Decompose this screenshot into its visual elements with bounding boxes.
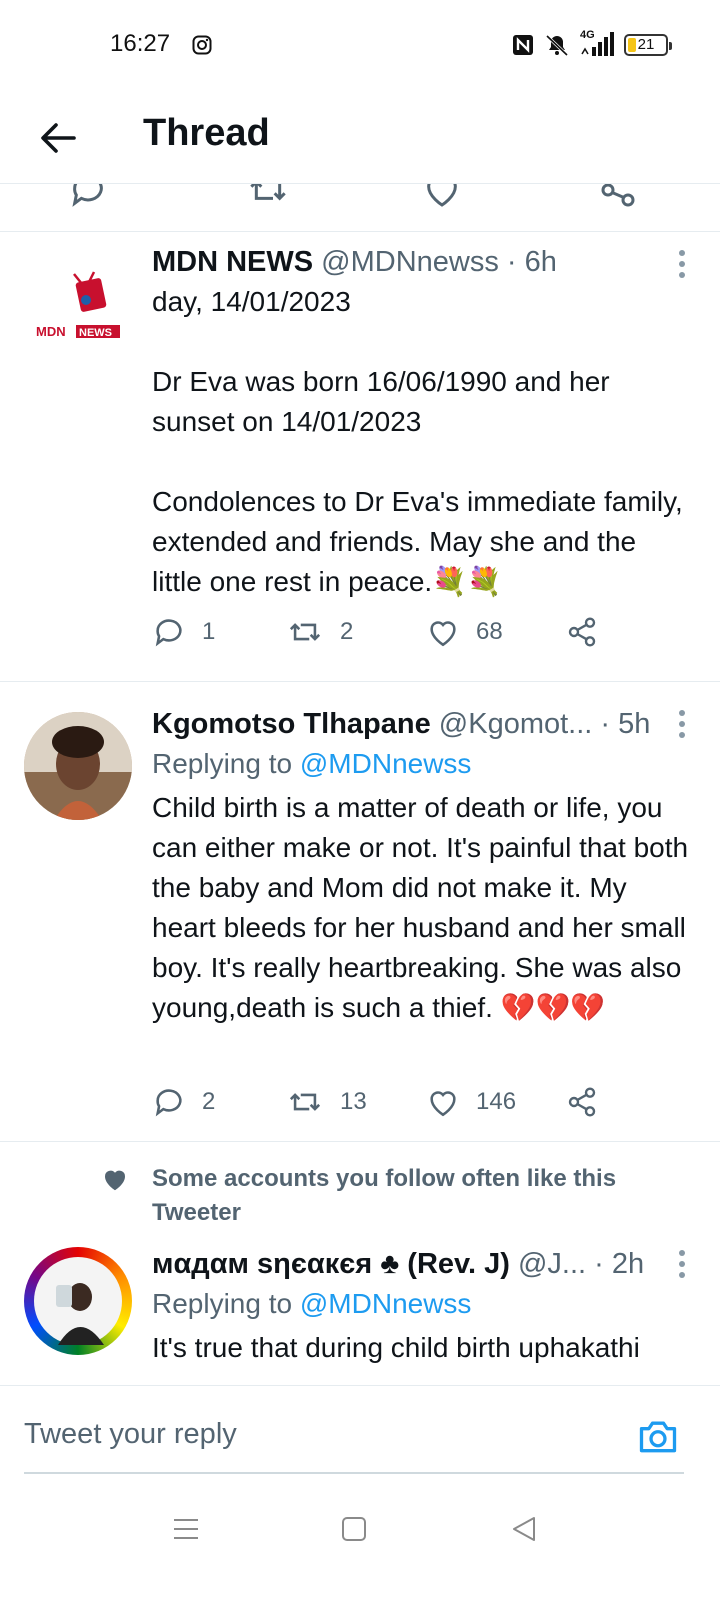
mdn-news-logo: MDN NEWS	[36, 271, 120, 339]
avatar[interactable]	[24, 712, 132, 820]
status-bar: 16:27 4G 21	[0, 0, 720, 92]
profile-photo	[24, 712, 132, 820]
replying-label: Replying to	[152, 1288, 293, 1319]
tweet-actions: 2 13 146	[152, 1082, 632, 1122]
author-handle: @J... · 2h	[517, 1248, 645, 1280]
share-icon	[568, 617, 596, 647]
tweet-header: MDN NEWS @MDNnewss · 6h	[152, 242, 690, 282]
reply-icon	[155, 1089, 182, 1117]
retweet-icon	[289, 1093, 321, 1111]
square-home-icon	[342, 1517, 366, 1541]
author-name[interactable]: Kgomotso Tlhapane	[152, 708, 431, 740]
author-name[interactable]: MDN NEWS	[152, 246, 313, 278]
replying-to: Replying to @MDNnewss	[152, 1284, 690, 1324]
tweet-text: day, 14/01/2023 Dr Eva was born 16/06/19…	[152, 286, 683, 597]
tweet-mdn-news[interactable]: MDN NEWS MDN NEWS @MDNnewss · 6h day, 14…	[0, 232, 720, 682]
reply-icon[interactable]	[68, 184, 108, 210]
battery-percent: 21	[637, 36, 655, 53]
mention-link[interactable]: @MDNnewss	[300, 748, 472, 779]
author-handle: @Kgomot... · 5h	[438, 708, 651, 740]
thread-header: Thread	[0, 92, 720, 184]
reply-button[interactable]: 1	[152, 612, 215, 652]
replying-to: Replying to @MDNnewss	[152, 744, 690, 784]
retweet-icon[interactable]	[246, 184, 290, 210]
author-handle: @MDNnewss · 6h	[321, 246, 557, 278]
tweet-actions: 1 2 68	[152, 612, 632, 652]
tweet-madam-sneaker[interactable]: мαдαм ѕηєαкєя ♣ (Rev. J) @J... · 2h Repl…	[0, 1242, 720, 1385]
tweet-text: Child birth is a matter of death or life…	[152, 792, 696, 1023]
social-context: Some accounts you follow often like this…	[0, 1160, 720, 1240]
back-nav-button[interactable]	[504, 1509, 544, 1549]
share-icon[interactable]	[598, 184, 638, 210]
svg-text:NEWS: NEWS	[79, 327, 112, 339]
reply-icon	[155, 619, 182, 647]
tweet-header: мαдαм ѕηєαкєя ♣ (Rev. J) @J... · 2h	[152, 1244, 660, 1284]
reply-count: 1	[202, 618, 216, 645]
reply-button[interactable]: 2	[152, 1082, 215, 1122]
nfc-icon	[512, 34, 534, 56]
tweet-kgomotso[interactable]: Kgomotso Tlhapane @Kgomot... · 5h Replyi…	[0, 682, 720, 1142]
battery-icon: 21	[624, 34, 672, 56]
retweet-count: 2	[340, 618, 354, 645]
like-icon	[430, 621, 456, 647]
triangle-back-icon	[513, 1517, 535, 1541]
tweet-header: Kgomotso Tlhapane @Kgomot... · 5h	[152, 704, 660, 744]
heart-icon	[104, 1170, 126, 1191]
avatar[interactable]: MDN NEWS	[24, 254, 132, 362]
back-button[interactable]	[30, 110, 86, 166]
mute-icon	[544, 33, 570, 57]
replying-label: Replying to	[152, 748, 293, 779]
svg-text:MDN: MDN	[36, 324, 66, 339]
like-button[interactable]: 68	[426, 612, 503, 652]
like-count: 146	[476, 1088, 517, 1115]
reply-underline	[24, 1472, 684, 1474]
mention-link[interactable]: @MDNnewss	[300, 1288, 472, 1319]
share-button[interactable]	[566, 1082, 598, 1122]
retweet-icon	[289, 623, 321, 641]
retweet-button[interactable]: 2	[286, 612, 353, 652]
signal-icon: 4G	[580, 29, 614, 58]
profile-photo	[34, 1257, 122, 1345]
page-title: Thread	[143, 112, 270, 154]
menu-icon	[174, 1519, 198, 1539]
arrow-left-icon	[41, 123, 76, 153]
retweet-button[interactable]: 13	[286, 1082, 367, 1122]
more-options-icon[interactable]	[672, 704, 692, 744]
reply-bar	[0, 1385, 720, 1485]
like-button[interactable]: 146	[426, 1082, 516, 1122]
menu-button[interactable]	[166, 1509, 206, 1549]
social-context-text: Some accounts you follow often like this…	[152, 1165, 617, 1226]
like-count: 68	[476, 618, 503, 645]
reply-count: 2	[202, 1088, 216, 1115]
more-options-icon[interactable]	[672, 1244, 692, 1284]
home-button[interactable]	[334, 1509, 374, 1549]
share-button[interactable]	[566, 612, 598, 652]
system-nav-bar	[0, 1485, 720, 1600]
share-icon	[568, 1087, 596, 1117]
like-icon	[430, 1091, 456, 1117]
retweet-count: 13	[340, 1088, 367, 1115]
status-time: 16:27	[110, 30, 171, 57]
camera-icon[interactable]	[636, 1414, 680, 1458]
avatar[interactable]	[24, 1247, 132, 1355]
instagram-icon	[192, 35, 212, 55]
author-name[interactable]: мαдαм ѕηєαкєя ♣ (Rev. J)	[152, 1248, 510, 1280]
previous-tweet-actions	[0, 184, 720, 232]
reply-input[interactable]	[24, 1406, 584, 1462]
tweet-text: It's true that during child birth uphaka…	[152, 1332, 640, 1363]
like-icon[interactable]	[422, 184, 462, 210]
